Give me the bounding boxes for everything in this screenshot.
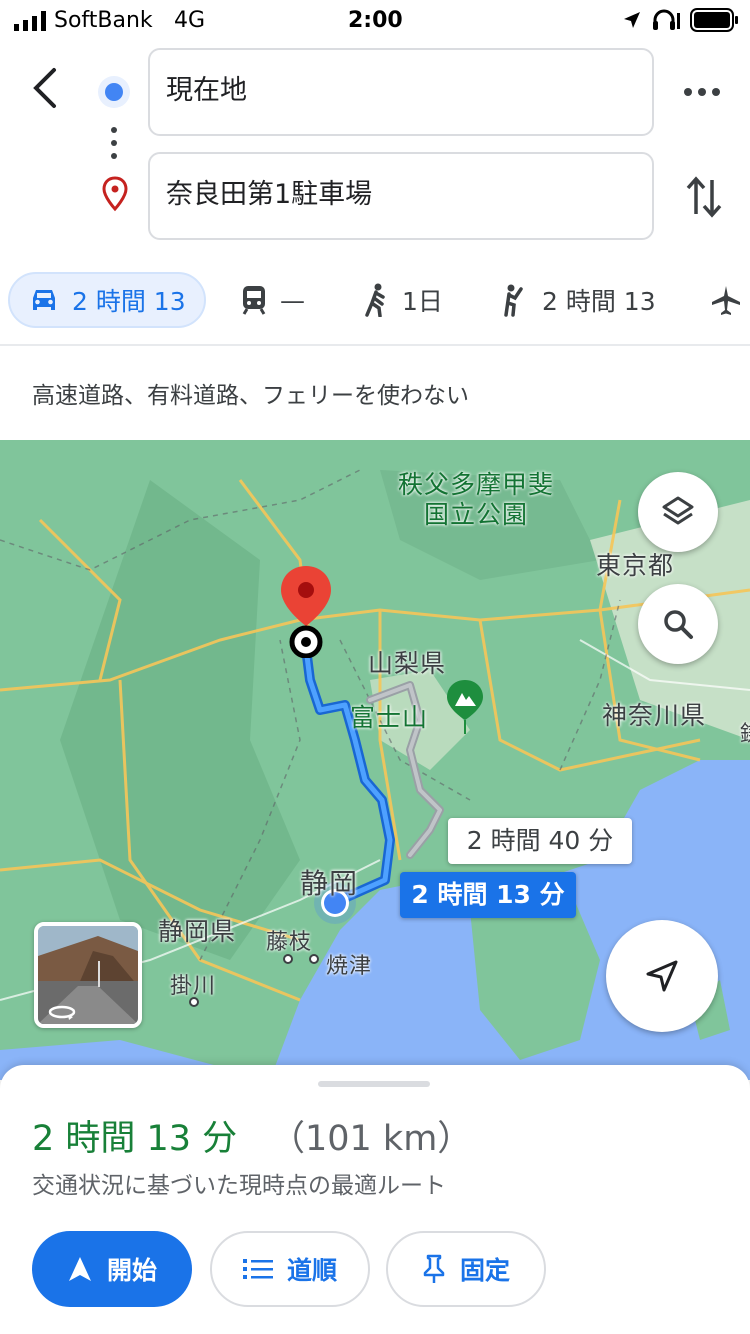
ride-hail-icon: [504, 284, 523, 317]
start-button[interactable]: 開始: [32, 1231, 192, 1307]
search-button[interactable]: [638, 584, 718, 664]
battery-icon: [690, 8, 738, 32]
map-label-tokyo: 東京都: [596, 551, 675, 580]
map-label-shizuoka-pref: 静岡県: [158, 917, 237, 946]
destination-pin-icon: [102, 176, 128, 212]
route-duration: 2 時間 13 分: [32, 1119, 238, 1159]
route-distance: （101 km）: [270, 1119, 473, 1159]
map-label-kakegawa: 掛川: [170, 974, 217, 999]
map-label-fujieda: 藤枝: [266, 930, 313, 955]
pushpin-icon: [423, 1254, 445, 1283]
more-horizontal-icon: [684, 88, 720, 96]
map-label-kama: 鎌: [740, 716, 750, 748]
map-label-shizuoka-city: 静岡: [300, 867, 359, 900]
walk-icon: [365, 283, 385, 317]
pin-button[interactable]: 固定: [386, 1231, 546, 1307]
street-view-thumbnail[interactable]: [34, 922, 142, 1028]
list-icon: [242, 1259, 273, 1279]
mode-ride-hailing[interactable]: 2 時間 13: [498, 272, 656, 328]
swap-vertical-icon: [686, 176, 722, 218]
recenter-button[interactable]: [606, 920, 718, 1032]
rotate-360-icon: [48, 1005, 76, 1020]
mode-ride-hailing-label: 2 時間 13: [542, 287, 656, 316]
signal-icon: [14, 11, 46, 31]
mode-walking[interactable]: 1日: [362, 272, 443, 328]
mode-flight[interactable]: [710, 272, 750, 328]
mode-driving[interactable]: 2 時間 13: [8, 272, 206, 328]
location-arrow-icon: [624, 12, 640, 28]
sheet-handle[interactable]: [318, 1081, 430, 1087]
map-label-fuji: 富士山: [350, 703, 429, 732]
divider: [0, 344, 750, 346]
origin-input[interactable]: 現在地: [148, 48, 654, 136]
clock: 2:00: [348, 8, 403, 33]
map-label-yamanashi: 山梨県: [368, 649, 447, 678]
mode-transit-label: —: [280, 285, 305, 315]
carrier: SoftBank: [54, 8, 153, 33]
mountain-marker-icon: [447, 680, 483, 734]
origin-dot-icon: [98, 76, 130, 108]
route-options[interactable]: 高速道路、有料道路、フェリーを使わない: [32, 376, 469, 410]
route-dots-icon: [111, 127, 117, 159]
start-label: 開始: [106, 1256, 157, 1285]
car-icon: [33, 290, 55, 310]
swap-button[interactable]: [684, 174, 724, 220]
more-options-button[interactable]: [680, 76, 724, 108]
layers-button[interactable]: [638, 472, 718, 552]
map-label-kanagawa: 神奈川県: [602, 701, 707, 730]
destination-map-pin-icon: [281, 566, 331, 658]
pin-label: 固定: [459, 1256, 510, 1285]
navigation-arrow-icon: [646, 960, 678, 992]
network-type: 4G: [174, 8, 206, 33]
map-label-yaizu: 焼津: [326, 954, 373, 979]
map[interactable]: 秩父多摩甲斐 国立公園 東京都 山梨県 富士山 神奈川県 鎌 静岡 静岡県 藤枝…: [0, 440, 750, 1080]
mode-driving-label: 2 時間 13: [72, 287, 186, 316]
navigation-start-icon: [68, 1257, 91, 1281]
chevron-left-icon: [33, 68, 56, 108]
steps-label: 道順: [286, 1256, 337, 1285]
back-button[interactable]: [24, 64, 68, 112]
route-note: 交通状況に基づいた現時点の最適ルート: [32, 1173, 446, 1199]
steps-button[interactable]: 道順: [210, 1231, 370, 1307]
alt-route-callout[interactable]: 2 時間 40 分: [448, 818, 632, 864]
status-bar: SoftBank 4G 2:00: [0, 0, 750, 40]
train-icon: [242, 286, 266, 315]
plane-icon: [712, 286, 740, 315]
layers-icon: [662, 496, 694, 525]
headphones-icon: [653, 9, 680, 30]
mode-walking-label: 1日: [402, 287, 443, 316]
main-route-callout[interactable]: 2 時間 13 分: [400, 872, 576, 918]
map-label-park: 秩父多摩甲斐 国立公園: [398, 470, 555, 529]
destination-input[interactable]: 奈良田第1駐車場: [148, 152, 654, 240]
mode-transit[interactable]: —: [240, 272, 305, 328]
search-icon: [664, 610, 693, 639]
